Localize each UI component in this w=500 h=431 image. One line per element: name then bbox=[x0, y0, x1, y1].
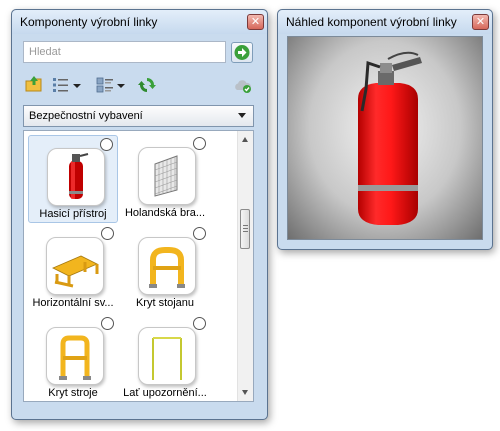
item-label: Kryt stroje bbox=[48, 387, 98, 399]
warning-bar-icon bbox=[152, 337, 182, 380]
components-window-titlebar[interactable]: Komponenty výrobní linky ✕ bbox=[12, 10, 267, 34]
components-window-title: Komponenty výrobní linky bbox=[20, 15, 158, 29]
select-radio[interactable] bbox=[101, 317, 114, 330]
rack-guard-icon bbox=[149, 247, 185, 288]
item-label: Holandská bra... bbox=[124, 207, 206, 219]
add-folder-icon[interactable] bbox=[25, 75, 43, 93]
list-item[interactable]: Lať upozornění... bbox=[120, 315, 210, 401]
close-button[interactable]: ✕ bbox=[247, 14, 264, 30]
thumbnail bbox=[46, 327, 104, 385]
select-radio[interactable] bbox=[193, 137, 206, 150]
preview-window: Náhled komponent výrobní linky ✕ bbox=[277, 9, 493, 250]
scroll-up-icon[interactable] bbox=[242, 137, 248, 142]
components-list[interactable]: Hasicí přístroj Holandská bra... Horizon bbox=[23, 130, 254, 402]
thumbnail bbox=[46, 237, 104, 295]
arrow-right-icon bbox=[234, 45, 250, 60]
item-label: Hasicí přístroj bbox=[39, 208, 107, 220]
thumbnail bbox=[138, 327, 196, 385]
preview-window-title: Náhled komponent výrobní linky bbox=[286, 15, 457, 29]
list-item[interactable]: Hasicí přístroj bbox=[28, 135, 118, 223]
mesh-gate-icon bbox=[154, 155, 178, 197]
search-input[interactable]: Hledat bbox=[23, 41, 226, 63]
chevron-down-icon[interactable] bbox=[116, 76, 126, 94]
item-label: Horizontální sv... bbox=[32, 297, 114, 309]
preview-window-titlebar[interactable]: Náhled komponent výrobní linky bbox=[278, 10, 492, 34]
list-item[interactable]: Kryt stojanu bbox=[120, 225, 210, 313]
horizontal-rail-icon bbox=[52, 255, 99, 288]
search-placeholder: Hledat bbox=[29, 46, 61, 58]
scroll-thumb[interactable] bbox=[240, 209, 250, 249]
select-radio[interactable] bbox=[193, 227, 206, 240]
category-selected: Bezpečnostní vybavení bbox=[29, 110, 143, 122]
details-view-icon[interactable] bbox=[96, 76, 114, 94]
select-radio[interactable] bbox=[193, 317, 206, 330]
fire-extinguisher-preview bbox=[358, 51, 422, 225]
select-radio[interactable] bbox=[101, 227, 114, 240]
scroll-down-icon[interactable] bbox=[242, 390, 248, 395]
dropdown-arrow-icon bbox=[238, 113, 246, 118]
close-icon: ✕ bbox=[250, 16, 261, 28]
item-label: Lať upozornění... bbox=[123, 387, 207, 399]
thumbnail bbox=[138, 237, 196, 295]
refresh-icon[interactable] bbox=[137, 75, 157, 95]
close-icon: ✕ bbox=[475, 16, 486, 28]
preview-viewport[interactable] bbox=[287, 36, 483, 240]
list-view-icon[interactable] bbox=[52, 76, 70, 94]
list-item[interactable]: Kryt stroje bbox=[28, 315, 118, 401]
list-item[interactable]: Horizontální sv... bbox=[28, 225, 118, 313]
thumbnail bbox=[138, 147, 196, 205]
chevron-down-icon[interactable] bbox=[72, 76, 82, 94]
close-button[interactable]: ✕ bbox=[472, 14, 489, 30]
search-go-button[interactable] bbox=[231, 42, 253, 63]
category-dropdown[interactable]: Bezpečnostní vybavení bbox=[23, 105, 254, 127]
select-radio[interactable] bbox=[100, 138, 113, 151]
thumbnail bbox=[47, 148, 105, 206]
cloud-sync-icon[interactable] bbox=[233, 78, 253, 94]
machine-guard-icon bbox=[59, 335, 91, 380]
list-item[interactable]: Holandská bra... bbox=[120, 135, 210, 223]
fire-extinguisher-icon bbox=[69, 153, 89, 199]
item-label: Kryt stojanu bbox=[135, 297, 195, 309]
vertical-scrollbar[interactable] bbox=[237, 131, 253, 401]
